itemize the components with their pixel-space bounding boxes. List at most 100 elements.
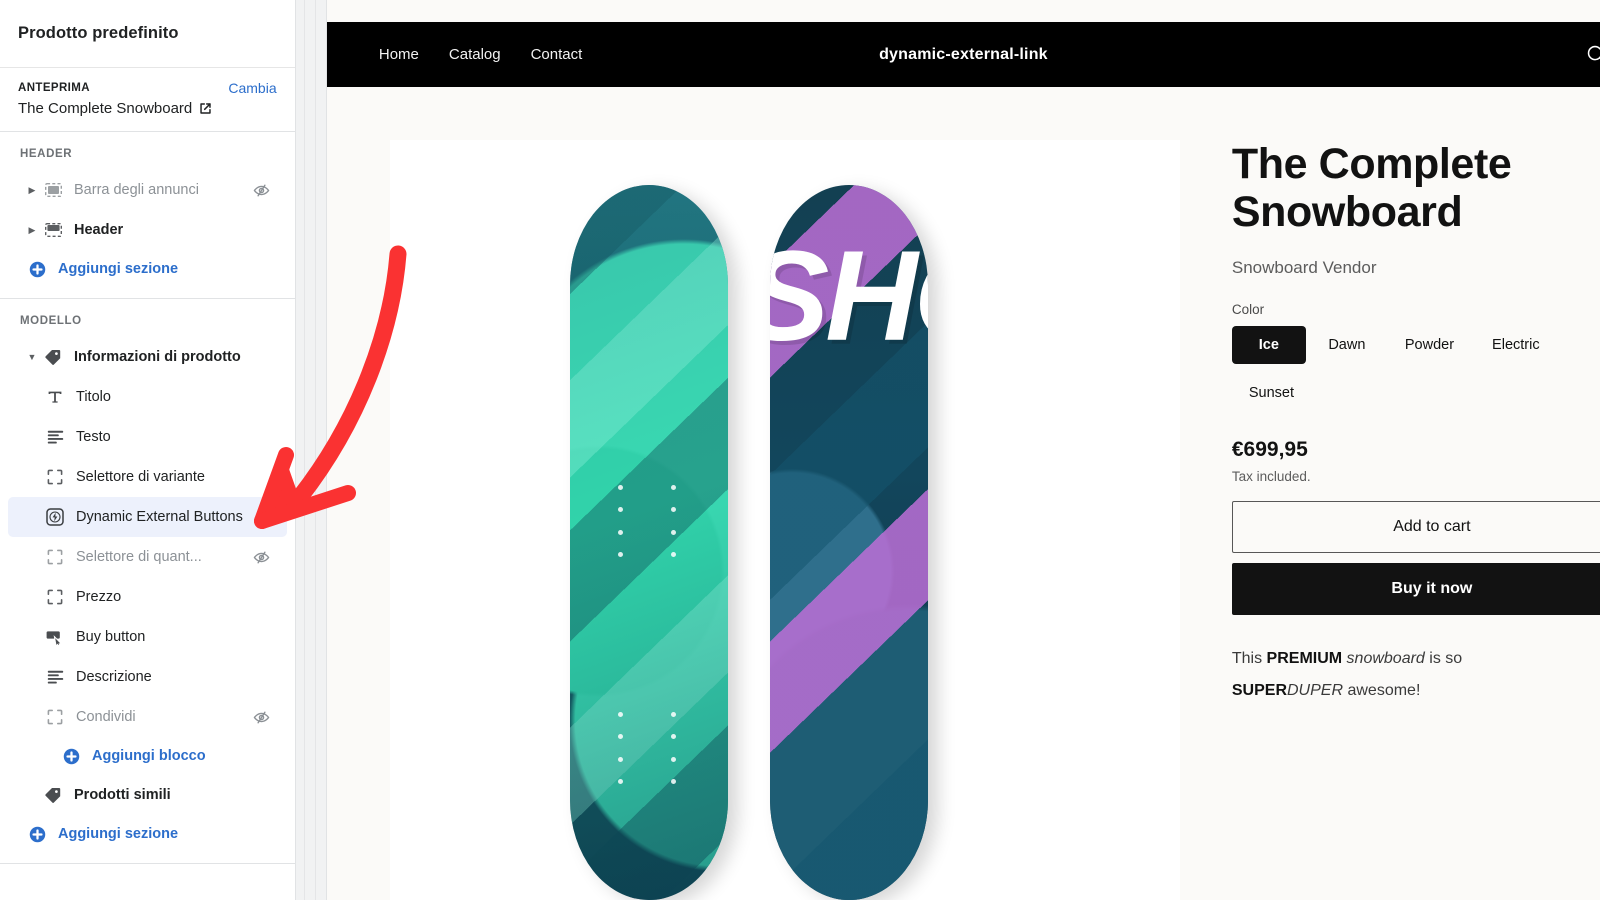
add-block-button[interactable]: Aggiungi blocco xyxy=(8,737,287,775)
editor-gutter xyxy=(295,0,327,900)
sidebar-item-prodotti-simili[interactable]: Prodotti simili xyxy=(8,775,287,815)
theme-editor-window: Prodotto predefinito ANTEPRIMA Cambia Th… xyxy=(0,0,1600,900)
sidebar-footer xyxy=(0,864,295,900)
sidebar-item-buy-button[interactable]: Buy button xyxy=(8,617,287,657)
external-link-icon[interactable] xyxy=(199,102,212,115)
sidebar-item-label: Selettore di quant... xyxy=(76,549,202,565)
desc-text-2: is so xyxy=(1424,650,1463,668)
sidebar-item-selettore-di-variante[interactable]: Selettore di variante xyxy=(8,457,287,497)
color-option-powder[interactable]: Powder xyxy=(1388,326,1471,364)
change-template-link[interactable]: Cambia xyxy=(228,80,276,96)
text-title-icon xyxy=(42,389,68,405)
product-image: SHOPIFY xyxy=(569,185,1000,900)
hidden-eye-icon[interactable] xyxy=(251,550,273,565)
sidebar-title-bar: Prodotto predefinito xyxy=(0,0,295,68)
block-placeholder-icon xyxy=(42,589,68,605)
preview-product-name: The Complete Snowboard xyxy=(18,100,193,117)
preview-product-name-row[interactable]: The Complete Snowboard xyxy=(18,100,277,117)
color-option-label: Color xyxy=(1231,302,1265,318)
binding-holes-bottom xyxy=(617,712,676,784)
add-section-label: Aggiungi sezione xyxy=(58,826,179,842)
sidebar-item-header[interactable]: ▶ Header xyxy=(8,210,287,250)
binding-holes-top xyxy=(617,485,676,557)
sidebar-item-descrizione[interactable]: Descrizione xyxy=(8,657,287,697)
block-placeholder-icon xyxy=(42,549,68,565)
tag-icon xyxy=(40,786,66,804)
text-lines-icon xyxy=(42,430,68,444)
desc-italic-duper: DUPER xyxy=(1287,681,1344,699)
sidebar-item-label: Selettore di variante xyxy=(76,469,205,485)
nav-link-home[interactable]: Home xyxy=(379,46,419,63)
snowboard-front xyxy=(569,185,728,900)
sidebar-item-label: Barra degli annunci xyxy=(74,182,199,198)
preview-template-picker[interactable]: ANTEPRIMA Cambia The Complete Snowboard xyxy=(0,68,295,132)
group-heading-template: MODELLO xyxy=(20,315,82,327)
snowboard-back: SHOPIFY xyxy=(769,185,928,900)
color-option-sunset[interactable]: Sunset xyxy=(1232,374,1311,412)
product-price: €699,95 xyxy=(1231,438,1308,462)
color-option-electric[interactable]: Electric xyxy=(1475,326,1557,364)
plus-circle-icon xyxy=(58,748,84,765)
add-to-cart-button[interactable]: Add to cart xyxy=(1231,501,1600,554)
search-icon[interactable] xyxy=(1585,43,1600,66)
announcement-bar-icon xyxy=(40,183,66,197)
add-section-button-header[interactable]: Aggiungi sezione xyxy=(8,250,287,288)
lightning-bolt-icon xyxy=(42,508,68,526)
sidebar-item-label: Buy button xyxy=(76,629,146,645)
sidebar-item-announcement-bar[interactable]: ▶ Barra degli annunci xyxy=(8,170,287,210)
add-section-label: Aggiungi sezione xyxy=(58,261,179,277)
plus-circle-icon xyxy=(24,826,50,843)
desc-bold-super: SUPER xyxy=(1231,681,1287,699)
add-section-button-template[interactable]: Aggiungi sezione xyxy=(8,815,287,853)
buy-button-icon xyxy=(42,630,68,645)
sidebar-item-product-information[interactable]: ▼ Informazioni di prodotto xyxy=(8,337,287,377)
sidebar-group-template: MODELLO ▼ Informazioni di prodotto Titol… xyxy=(0,298,295,863)
block-placeholder-icon xyxy=(42,469,68,485)
product-stage: SHOPIFY The Complete Snowboard Snowboard… xyxy=(327,87,1600,900)
sidebar-item-label: Informazioni di prodotto xyxy=(74,349,241,365)
hidden-eye-icon[interactable] xyxy=(251,710,273,725)
sidebar-item-testo[interactable]: Testo xyxy=(8,417,287,457)
nav-link-catalog[interactable]: Catalog xyxy=(449,46,501,63)
desc-text-1: This xyxy=(1231,650,1267,668)
nav-actions xyxy=(1585,43,1600,66)
group-heading-header: HEADER xyxy=(20,148,73,160)
buy-it-now-button[interactable]: Buy it now xyxy=(1231,563,1600,616)
add-block-label: Aggiungi blocco xyxy=(92,748,206,764)
product-description: This PREMIUM snowboard is so SUPERDUPER … xyxy=(1232,643,1542,705)
header-icon xyxy=(40,223,66,237)
chevron-down-icon[interactable]: ▼ xyxy=(24,352,40,362)
sidebar-item-label: Prodotti simili xyxy=(74,787,171,803)
board-wordmark: SHOPIFY xyxy=(770,225,928,368)
hidden-eye-icon[interactable] xyxy=(251,183,273,198)
text-lines-icon xyxy=(42,670,68,684)
sidebar-item-label: Titolo xyxy=(76,389,111,405)
sidebar-item-selettore-di-quantita[interactable]: Selettore di quant... xyxy=(8,537,287,577)
product-details: The Complete Snowboard Snowboard Vendor … xyxy=(1180,140,1600,900)
sidebar-item-label: Dynamic External Buttons xyxy=(76,509,243,525)
sidebar-item-titolo[interactable]: Titolo xyxy=(8,377,287,417)
sidebar-item-label: Descrizione xyxy=(76,669,152,685)
tag-icon xyxy=(40,348,66,366)
sidebar-item-prezzo[interactable]: Prezzo xyxy=(8,577,287,617)
sidebar-item-dynamic-external-buttons[interactable]: Dynamic External Buttons xyxy=(8,497,287,537)
chevron-right-icon[interactable]: ▶ xyxy=(24,225,40,236)
color-option-ice[interactable]: Ice xyxy=(1231,326,1306,365)
preview-label: ANTEPRIMA xyxy=(18,82,90,94)
sidebar-item-label: Testo xyxy=(76,429,111,445)
product-gallery[interactable]: SHOPIFY xyxy=(389,140,1180,900)
plus-circle-icon xyxy=(24,261,50,278)
page-title: Prodotto predefinito xyxy=(18,24,179,42)
sections-sidebar: Prodotto predefinito ANTEPRIMA Cambia Th… xyxy=(0,0,296,900)
storefront-nav: Home Catalog Contact dynamic-external-li… xyxy=(326,22,1600,87)
product-vendor: Snowboard Vendor xyxy=(1231,258,1377,278)
storefront-preview: Home Catalog Contact dynamic-external-li… xyxy=(326,0,1600,900)
chevron-right-icon[interactable]: ▶ xyxy=(24,185,40,196)
nav-link-contact[interactable]: Contact xyxy=(531,46,583,63)
sidebar-item-condividi[interactable]: Condividi xyxy=(8,697,287,737)
color-swatches: Ice Dawn Powder Electric Sunset xyxy=(1231,326,1592,422)
sections-tree[interactable]: HEADER ▶ Barra degli annunci ▶ Header Ag… xyxy=(0,132,295,864)
product-title: The Complete Snowboard xyxy=(1231,140,1512,237)
color-option-dawn[interactable]: Dawn xyxy=(1310,326,1384,364)
desc-italic-snowboard: snowboard xyxy=(1342,650,1425,668)
